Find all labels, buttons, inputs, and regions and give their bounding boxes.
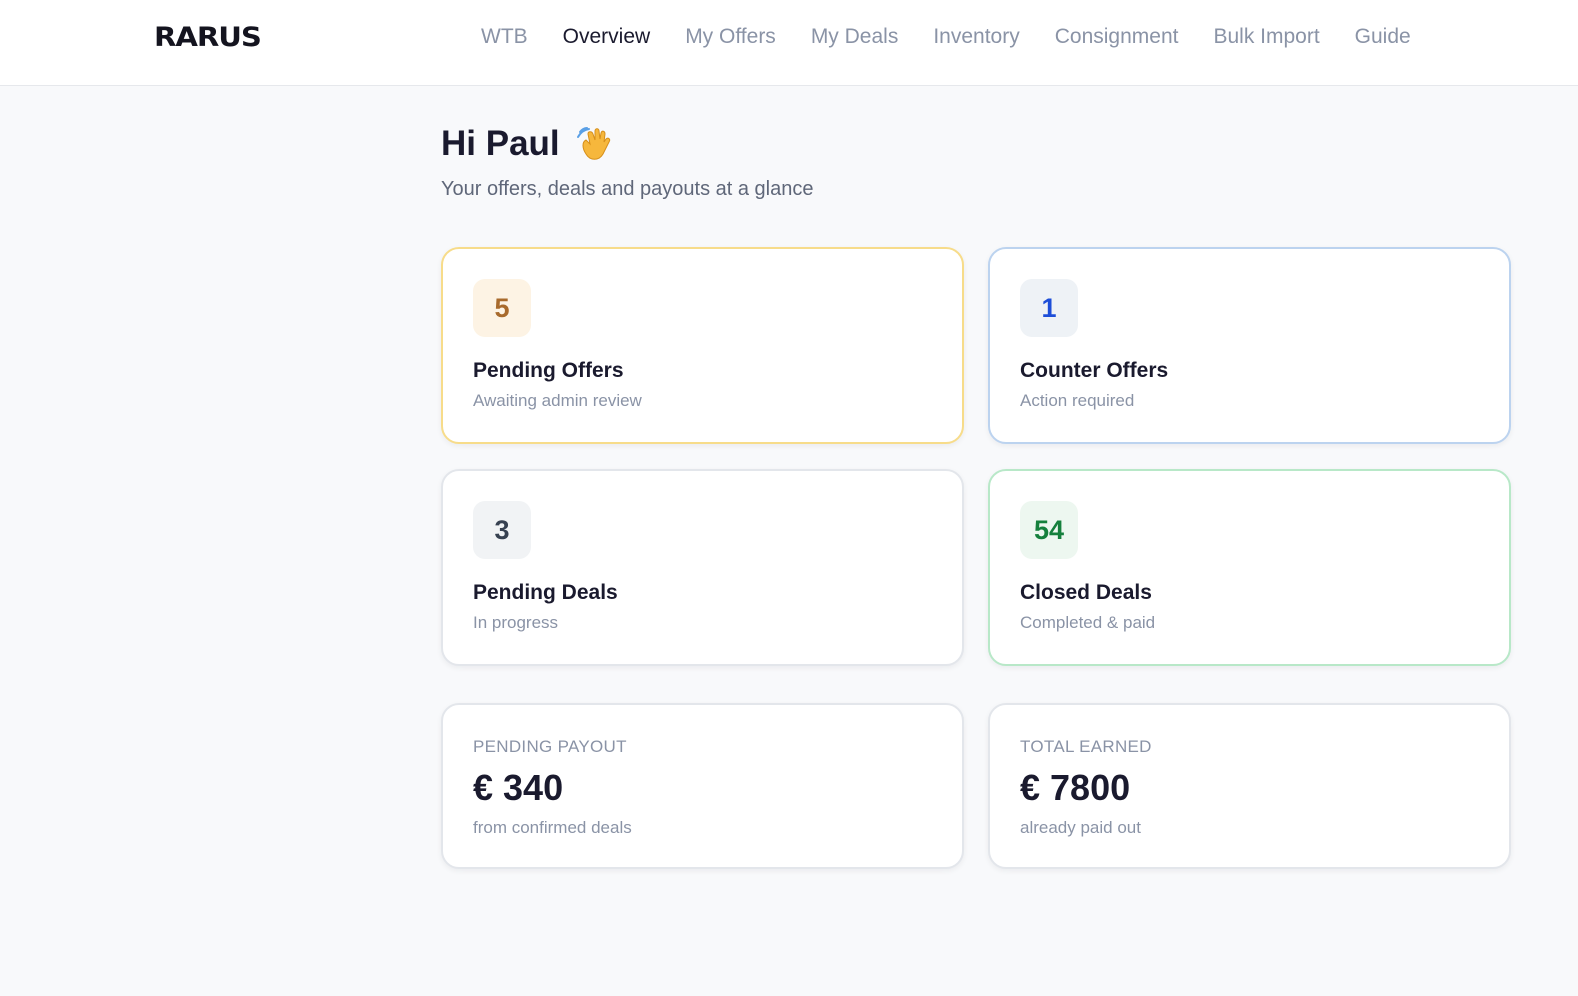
closed-deals-subtitle: Completed & paid [1020, 613, 1156, 632]
waving-hand-icon [576, 124, 616, 164]
nav-my-deals[interactable]: My Deals [811, 24, 899, 50]
closed-deals-title: Closed Deals [1020, 581, 1152, 604]
total-earned-value: € 7800 [1020, 767, 1131, 808]
pending-offers-card[interactable]: 5 Pending Offers Awaiting admin review [441, 247, 964, 444]
total-earned-note: already paid out [1020, 818, 1141, 837]
counter-offers-card[interactable]: 1 Counter Offers Action required [988, 247, 1511, 444]
nav-bulk-import[interactable]: Bulk Import [1213, 24, 1319, 50]
nav-consignment[interactable]: Consignment [1055, 24, 1179, 50]
total-earned-label: TOTAL EARNED [1020, 737, 1152, 756]
pending-offers-title: Pending Offers [473, 359, 624, 382]
total-earned-card: TOTAL EARNED € 7800 already paid out [988, 703, 1511, 869]
page-title: Hi Paul [441, 124, 616, 164]
top-header: RARUS WTB Overview My Offers My Deals In… [0, 0, 1578, 86]
greeting-text: Hi Paul [441, 124, 560, 163]
nav-wtb[interactable]: WTB [481, 24, 528, 50]
closed-deals-count: 54 [1020, 501, 1079, 559]
counter-offers-subtitle: Action required [1020, 391, 1135, 410]
nav-guide[interactable]: Guide [1355, 24, 1411, 50]
pending-offers-count: 5 [473, 279, 531, 337]
pending-payout-note: from confirmed deals [473, 818, 632, 837]
rarus-logo[interactable]: RARUS [154, 22, 262, 53]
page-subtitle: Your offers, deals and payouts at a glan… [441, 178, 814, 200]
pending-deals-title: Pending Deals [473, 581, 618, 604]
pending-deals-subtitle: In progress [473, 613, 559, 632]
nav-overview[interactable]: Overview [563, 24, 651, 50]
main-nav: WTB Overview My Offers My Deals Inventor… [481, 24, 1411, 50]
closed-deals-card[interactable]: 54 Closed Deals Completed & paid [988, 469, 1511, 666]
pending-payout-label: PENDING PAYOUT [473, 737, 627, 756]
pending-deals-count: 3 [473, 501, 531, 559]
nav-inventory[interactable]: Inventory [933, 24, 1019, 50]
pending-offers-subtitle: Awaiting admin review [473, 391, 642, 410]
nav-my-offers[interactable]: My Offers [685, 24, 776, 50]
counter-offers-count: 1 [1020, 279, 1078, 337]
counter-offers-title: Counter Offers [1020, 359, 1169, 382]
pending-payout-card: PENDING PAYOUT € 340 from confirmed deal… [441, 703, 964, 869]
pending-deals-card[interactable]: 3 Pending Deals In progress [441, 469, 964, 666]
pending-payout-value: € 340 [473, 767, 564, 808]
